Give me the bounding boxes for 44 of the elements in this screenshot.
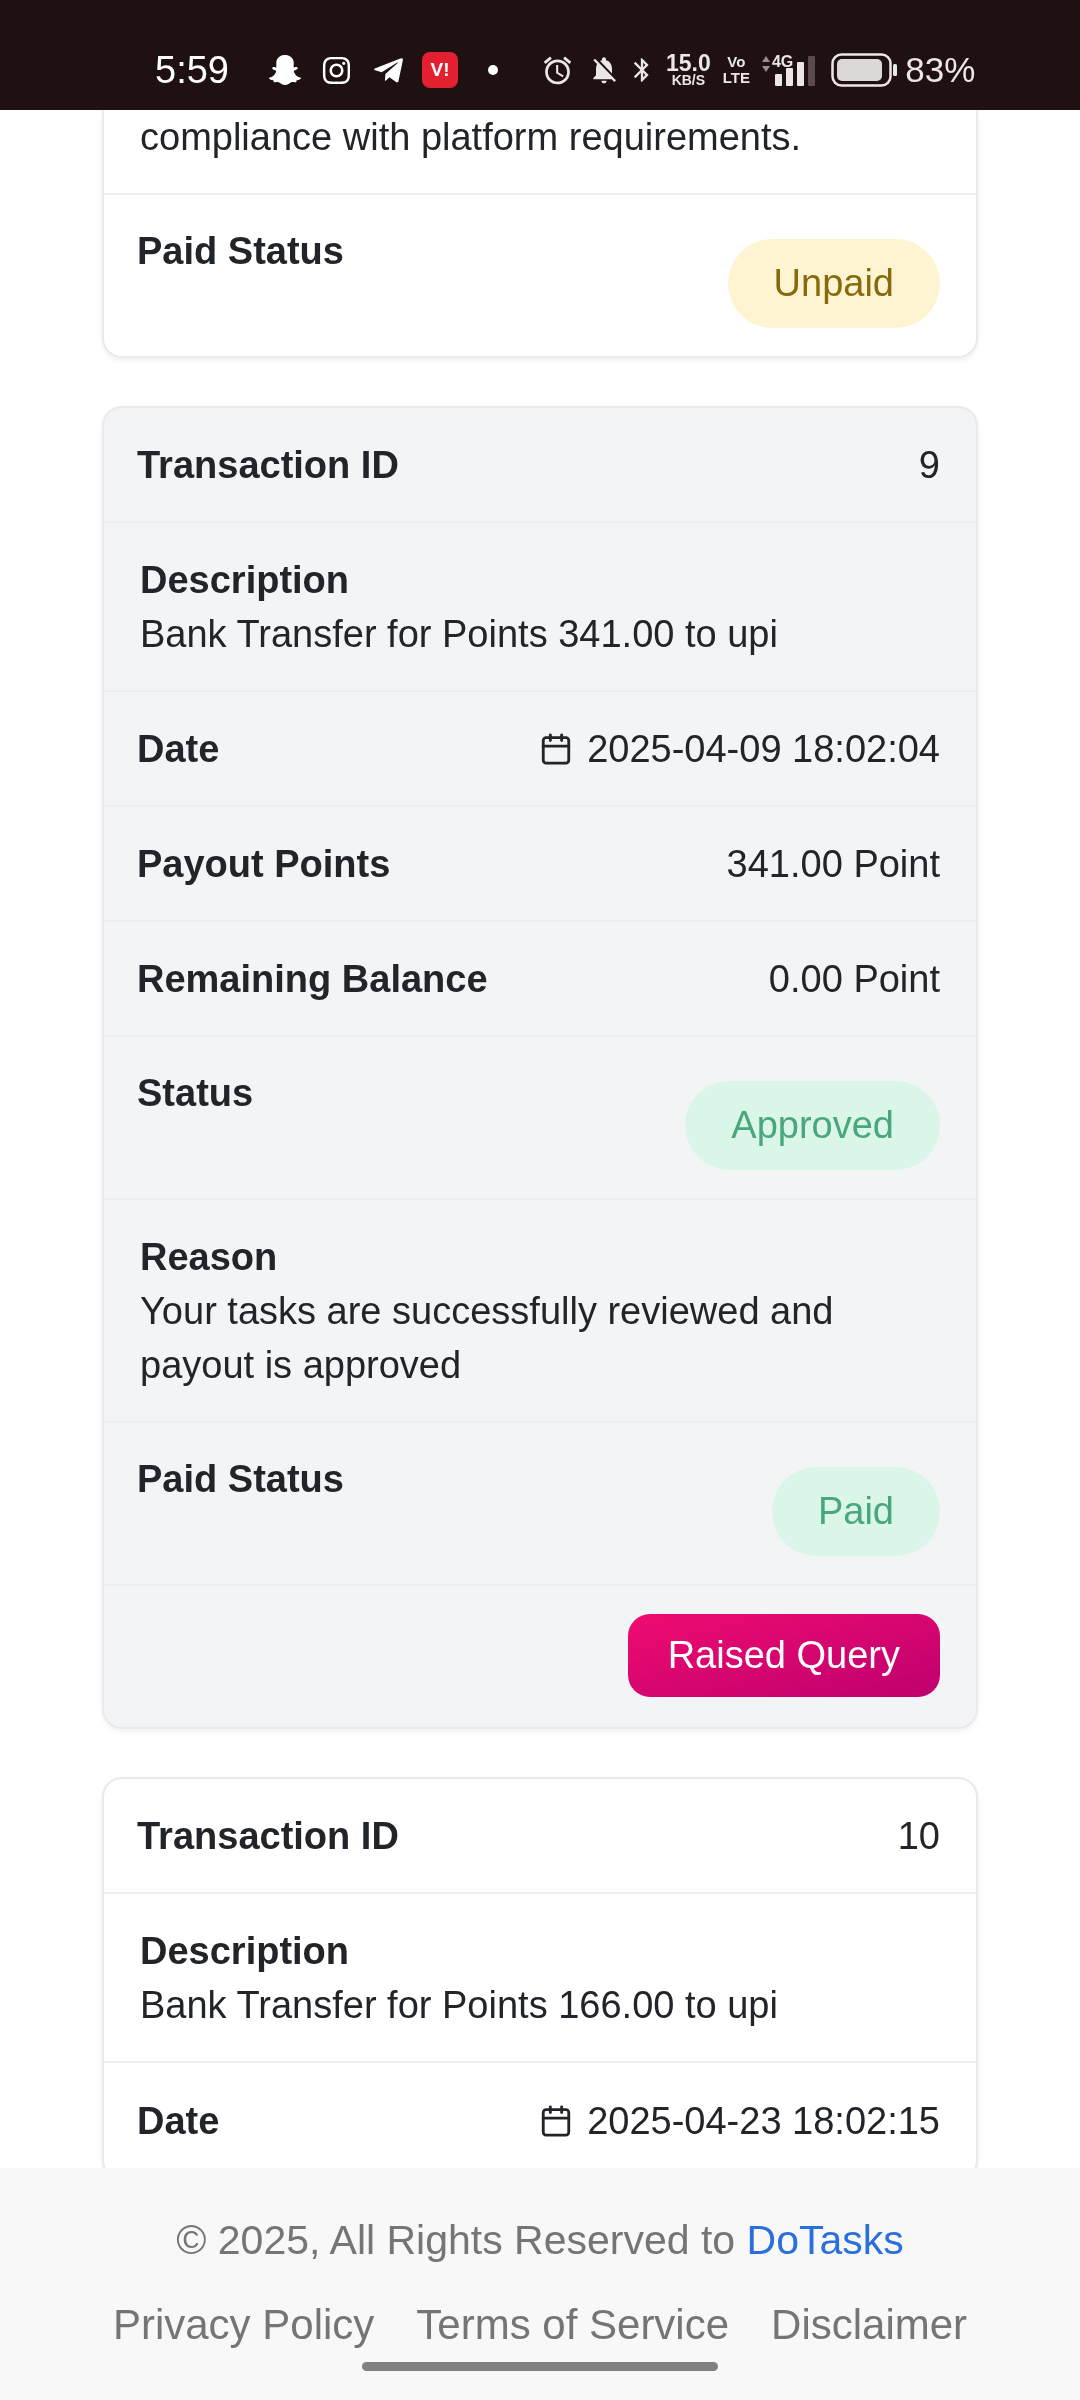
carrier-logo: V! bbox=[421, 52, 458, 88]
field-label: Date bbox=[137, 2100, 220, 2141]
field-label: Payout Points bbox=[137, 843, 391, 884]
field-label: Description bbox=[140, 559, 350, 601]
ghost-icon bbox=[268, 54, 301, 86]
volte-label: LTE bbox=[722, 70, 750, 86]
field-label: Reason bbox=[140, 1236, 278, 1278]
field-label: Paid Status bbox=[137, 230, 344, 272]
speed-unit: KB/S bbox=[671, 72, 706, 88]
field-value: 0.00 Point bbox=[768, 958, 940, 999]
field-label: Transaction ID bbox=[137, 1815, 399, 1856]
clock-time: 5:59 bbox=[155, 50, 229, 90]
query-button[interactable]: Raised Query bbox=[627, 1614, 940, 1697]
field-label: Transaction ID bbox=[137, 444, 399, 485]
volte-label: Vo bbox=[727, 54, 746, 70]
field-text: Bank Transfer for Points 341.00 to upi bbox=[140, 612, 779, 657]
field-value: 10 bbox=[897, 1815, 940, 1856]
network-type: 4G bbox=[771, 54, 794, 70]
footer-link[interactable]: Privacy Policy bbox=[112, 2297, 375, 2353]
battery-icon bbox=[831, 53, 898, 87]
reason-text: compliance with platform requirements. bbox=[140, 115, 803, 160]
date-value: 2025-04-09 18:02:04 bbox=[587, 728, 940, 769]
company-link[interactable]: DoTasks bbox=[746, 2217, 904, 2263]
field-value: 9 bbox=[918, 444, 940, 485]
status-badge: Paid bbox=[771, 1467, 940, 1556]
field-value: 341.00 Point bbox=[726, 843, 940, 884]
field-text: Your tasks are successfully reviewed and payout is approved bbox=[140, 1289, 835, 1388]
field-label: Remaining Balance bbox=[137, 958, 488, 999]
status-badge: Unpaid bbox=[727, 239, 940, 328]
footer-link[interactable]: Disclaimer bbox=[771, 2297, 968, 2353]
field-text: Bank Transfer for Points 166.00 to upi bbox=[140, 1983, 779, 2028]
field-label: Description bbox=[140, 1930, 350, 1972]
field-label: Date bbox=[137, 728, 220, 769]
field-label: Paid Status bbox=[137, 1458, 344, 1500]
battery-percent: 83% bbox=[905, 50, 976, 90]
footer-link[interactable]: Terms of Service bbox=[416, 2297, 730, 2353]
status-badge: Approved bbox=[685, 1081, 940, 1170]
copyright-text: © 2025, All Rights Reserved to DoTasks bbox=[176, 2216, 904, 2265]
camera-icon bbox=[320, 54, 352, 86]
date-value: 2025-04-23 18:02:15 bbox=[587, 2100, 940, 2141]
dot-icon bbox=[487, 65, 498, 75]
data-arrows-icon bbox=[761, 56, 770, 72]
field-label: Status bbox=[137, 1072, 254, 1114]
network-speed: 15.0 bbox=[665, 52, 711, 73]
